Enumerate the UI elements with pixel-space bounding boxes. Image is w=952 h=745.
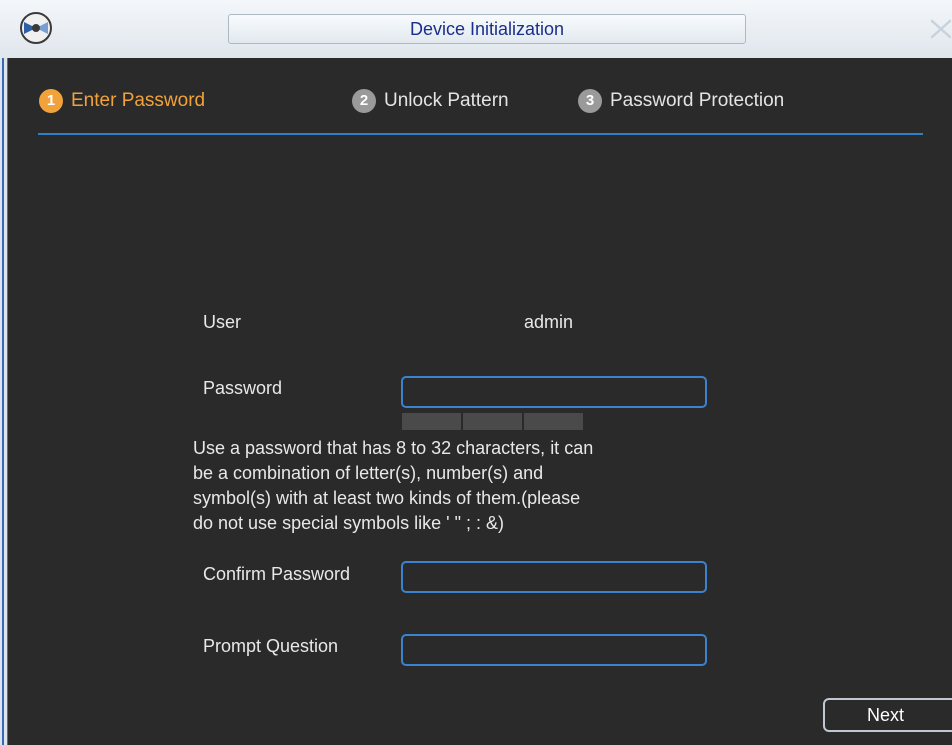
confirm-password-label: Confirm Password <box>203 564 351 584</box>
app-logo-icon <box>20 12 52 44</box>
password-strength-meter <box>402 413 583 430</box>
password-label: Password <box>203 378 283 398</box>
next-button[interactable]: Next <box>823 698 952 732</box>
password-hint: Use a password that has 8 to 32 characte… <box>193 438 594 533</box>
close-icon[interactable] <box>926 16 952 42</box>
step-number-badge: 3 <box>578 89 602 113</box>
prompt-question-label: Prompt Question <box>203 636 339 656</box>
confirm-password-field[interactable] <box>401 561 707 593</box>
password-field[interactable] <box>401 376 707 408</box>
step-number-badge: 2 <box>352 89 376 113</box>
user-value: admin <box>524 312 574 332</box>
step-label: Password Protection <box>610 90 785 111</box>
step-label: Enter Password <box>71 90 206 111</box>
step-unlock-pattern: 2 Unlock Pattern <box>352 86 509 116</box>
step-enter-password: 1 Enter Password <box>39 86 205 116</box>
step-number-badge: 1 <box>39 89 63 113</box>
strength-segment <box>524 413 583 430</box>
strength-segment <box>402 413 461 430</box>
strength-segment <box>463 413 522 430</box>
title-bar: Device Initialization <box>0 0 952 58</box>
user-label: User <box>203 312 242 332</box>
device-initialization-window: Device Initialization 1 Enter Password 2… <box>0 0 952 745</box>
step-password-protection: 3 Password Protection <box>578 86 784 116</box>
step-divider <box>38 133 923 135</box>
window-title: Device Initialization <box>409 19 565 39</box>
prompt-question-field[interactable] <box>401 634 707 666</box>
step-label: Unlock Pattern <box>384 90 509 111</box>
left-window-edge-line <box>2 58 4 745</box>
